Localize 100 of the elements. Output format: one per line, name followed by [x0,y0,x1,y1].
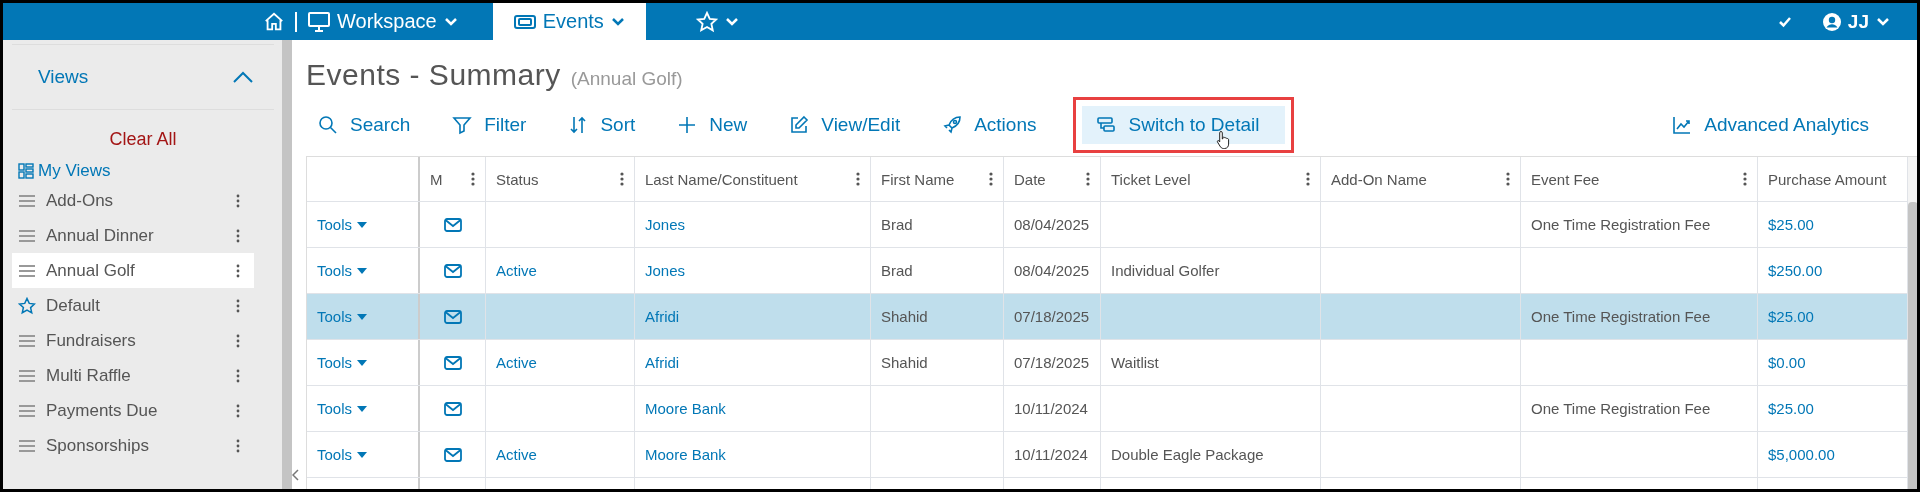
table-row[interactable]: Tools Active Afridi Shahid 07/18/2025 Waitlist $0.00 [307,340,1908,386]
view-item[interactable]: Fundraisers [12,323,254,358]
column-header[interactable]: Add-On Name [1331,170,1427,188]
view-item[interactable]: Payments Due [12,393,254,428]
column-menu-icon[interactable] [1743,172,1747,186]
chevron-down-icon [609,15,626,28]
actions-button[interactable]: Actions [940,106,1065,144]
table-link[interactable]: $5,000.00 [1768,446,1835,463]
mail-icon[interactable] [443,447,462,462]
mail-icon[interactable] [443,401,462,416]
column-menu-icon[interactable] [471,172,475,186]
scrollbar-thumb[interactable] [1908,202,1917,489]
table-link[interactable]: Moore Bank [645,446,726,463]
table-link[interactable]: Active [496,354,537,371]
column-menu-icon[interactable] [1506,172,1510,186]
edit-button[interactable]: View/Edit [787,106,929,144]
views-header[interactable]: Views [12,44,274,110]
advanced-analytics-button[interactable]: Advanced Analytics [1670,106,1897,144]
table-link[interactable]: $25.00 [1768,400,1814,417]
table-link[interactable]: Active [496,262,537,279]
more-icon[interactable] [236,263,240,278]
column-menu-icon[interactable] [989,172,993,186]
view-item[interactable]: Annual Dinner [12,218,254,253]
tools-dropdown[interactable]: Tools [317,354,368,371]
caret-icon [357,221,368,228]
collapse-icon[interactable] [292,469,300,481]
view-item[interactable]: Add-Ons [12,183,254,218]
caret-icon [357,405,368,412]
more-icon[interactable] [236,368,240,383]
column-header[interactable]: Event Fee [1531,170,1600,188]
table-link[interactable]: Active [496,446,537,463]
table-link[interactable]: $25.00 [1768,308,1814,325]
view-item[interactable]: Default [12,288,254,323]
mail-icon[interactable] [443,263,462,278]
view-item[interactable]: Sponsorships [12,428,254,463]
chevron-up-icon [232,70,254,84]
my-views-link[interactable]: My Views [12,159,117,183]
tools-dropdown[interactable]: Tools [317,262,368,279]
user-menu[interactable]: JJ [1815,9,1897,34]
scrollbar[interactable] [282,40,292,489]
column-menu-icon[interactable] [1086,172,1090,186]
rocket-icon [942,115,963,135]
more-icon[interactable] [236,438,240,453]
table-cell: Brad [881,216,913,233]
column-menu-icon[interactable] [620,172,624,186]
mail-icon[interactable] [443,217,462,232]
mail-icon[interactable] [443,309,462,324]
more-icon[interactable] [236,298,240,313]
filter-button[interactable]: Filter [450,106,555,144]
column-header[interactable]: Purchase Amount [1768,170,1887,188]
more-icon[interactable] [236,228,240,243]
events-tab[interactable]: Events [492,3,646,40]
table-link[interactable]: $0.00 [1768,354,1806,371]
table-cell: Shahid [881,308,928,325]
tools-dropdown[interactable]: Tools [317,308,368,325]
column-menu-icon[interactable] [1306,172,1310,186]
table-cell: 07/18/2025 [1014,308,1090,325]
search-button[interactable]: Search [316,106,439,144]
column-menu-icon[interactable] [856,172,860,186]
column-header[interactable]: Ticket Level [1111,170,1191,188]
view-label: Multi Raffle [46,365,132,386]
column-header[interactable]: First Name [881,170,955,188]
view-item[interactable]: Annual Golf [12,253,254,288]
column-header[interactable]: Status [496,170,539,188]
table-cell: Waitlist [1111,354,1159,371]
table-cell: 08/04/2025 [1014,216,1090,233]
drag-handle-icon [18,438,36,453]
table-link[interactable]: $250.00 [1768,262,1823,279]
clear-all-link[interactable]: Clear All [103,128,183,151]
table-link[interactable]: Jones [645,262,686,279]
table-cell: One Time Registration Fee [1531,308,1711,325]
check-icon [1777,15,1792,28]
table-row[interactable]: Tools Moore Bank 10/11/2024 One Time Registration Fee $25.00 [307,386,1908,432]
table-link[interactable]: Afridi [645,354,680,371]
workspace-tab[interactable]: Workspace [297,3,469,40]
new-button[interactable]: New [675,106,776,144]
tools-dropdown[interactable]: Tools [317,446,368,463]
table-link[interactable]: Afridi [645,308,680,325]
table-row[interactable]: Tools Afridi Shahid 07/18/2025 One Time Registration Fee $25.00 [307,294,1908,340]
column-header[interactable]: Last Name/Constituent [645,170,798,188]
table-row[interactable]: Tools Jones Brad 08/04/2025 One Time Registration Fee $25.00 [307,202,1908,248]
more-icon[interactable] [236,193,240,208]
sort-button[interactable]: Sort [566,106,664,144]
view-label: Fundraisers [46,330,137,351]
tools-dropdown[interactable]: Tools [317,216,368,233]
table-link[interactable]: Jones [645,216,686,233]
view-label: Payments Due [46,400,159,421]
more-icon[interactable] [236,333,240,348]
view-item[interactable]: Multi Raffle [12,358,254,393]
more-icon[interactable] [236,403,240,418]
detail-button[interactable]: Switch to Detail [1082,106,1286,144]
tools-dropdown[interactable]: Tools [317,400,368,417]
table-row[interactable]: Tools Active Moore Bank 10/11/2024 Double Eagle Package $5,000.00 [307,432,1908,478]
table-link[interactable]: $25.00 [1768,216,1814,233]
column-header[interactable]: M [430,170,443,188]
home-icon [263,10,285,33]
mail-icon[interactable] [443,355,462,370]
chevron-down-icon [723,15,740,28]
table-link[interactable]: Moore Bank [645,400,726,417]
column-header[interactable]: Date [1014,170,1046,188]
